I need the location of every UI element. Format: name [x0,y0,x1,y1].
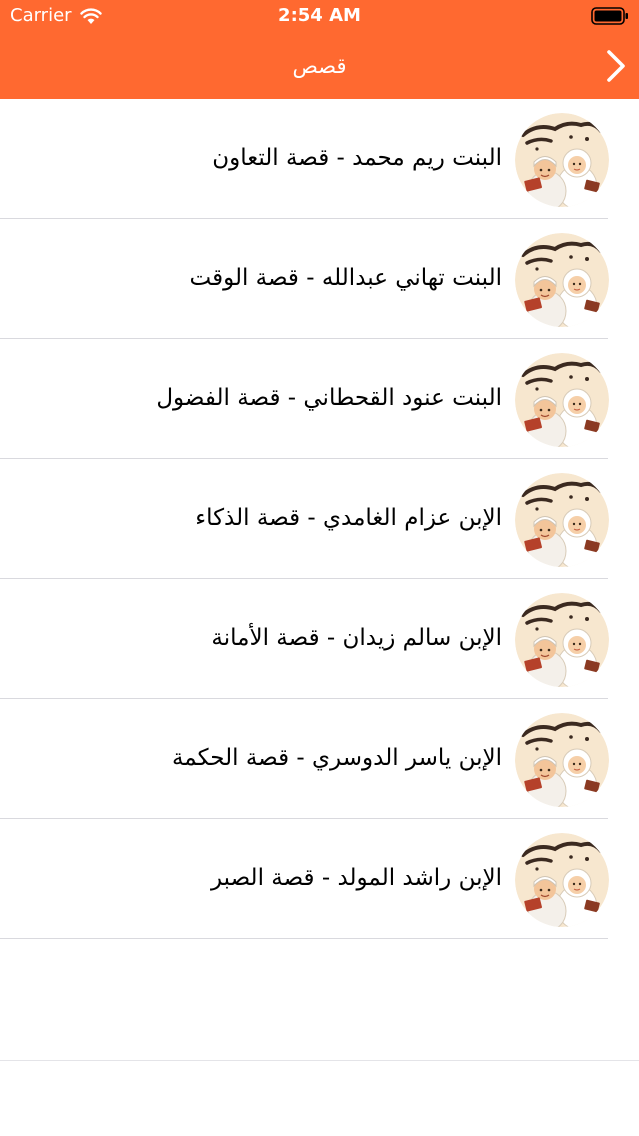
story-title: الإبن سالم زيدان - قصة الأمانة [211,625,502,651]
story-title: الإبن ياسر الدوسري - قصة الحكمة [171,745,502,771]
story-thumbnail [515,593,609,687]
story-title: الإبن عزام الغامدي - قصة الذكاء [195,505,502,531]
chevron-right-icon [607,50,625,82]
story-thumbnail [515,473,609,567]
row-divider [0,938,608,939]
ramadan-kids-thumbnail-icon [515,593,609,687]
story-row-5[interactable]: الإبن سالم زيدان - قصة الأمانة [0,579,639,699]
story-row-4[interactable]: الإبن عزام الغامدي - قصة الذكاء [0,459,639,579]
page-title: قصص [292,54,347,78]
story-title: الإبن راشد المولد - قصة الصبر [210,865,502,891]
list-bottom-divider [0,1060,639,1061]
story-title: البنت تهاني عبدالله - قصة الوقت [189,265,502,291]
ramadan-kids-thumbnail-icon [515,473,609,567]
story-list: البنت ريم محمد - قصة التعاون البنت تهاني… [0,99,639,939]
story-row-7[interactable]: الإبن راشد المولد - قصة الصبر [0,819,639,939]
story-row-6[interactable]: الإبن ياسر الدوسري - قصة الحكمة [0,699,639,819]
status-time: 2:54 AM [278,5,361,26]
status-bar: Carrier 2:54 AM [0,0,639,34]
story-thumbnail [515,713,609,807]
back-button[interactable] [599,46,633,86]
ramadan-kids-thumbnail-icon [515,833,609,927]
story-thumbnail [515,833,609,927]
ramadan-kids-thumbnail-icon [515,353,609,447]
story-row-1[interactable]: البنت ريم محمد - قصة التعاون [0,99,639,219]
story-thumbnail [515,353,609,447]
ramadan-kids-thumbnail-icon [515,713,609,807]
ramadan-kids-thumbnail-icon [515,113,609,207]
story-thumbnail [515,113,609,207]
ramadan-kids-thumbnail-icon [515,233,609,327]
story-row-2[interactable]: البنت تهاني عبدالله - قصة الوقت [0,219,639,339]
story-title: البنت عنود القحطاني - قصة الفضول [156,385,502,411]
navigation-header: Carrier 2:54 AM قصص [0,0,639,99]
story-title: البنت ريم محمد - قصة التعاون [212,145,502,171]
story-thumbnail [515,233,609,327]
story-row-3[interactable]: البنت عنود القحطاني - قصة الفضول [0,339,639,459]
battery-icon [591,7,628,25]
